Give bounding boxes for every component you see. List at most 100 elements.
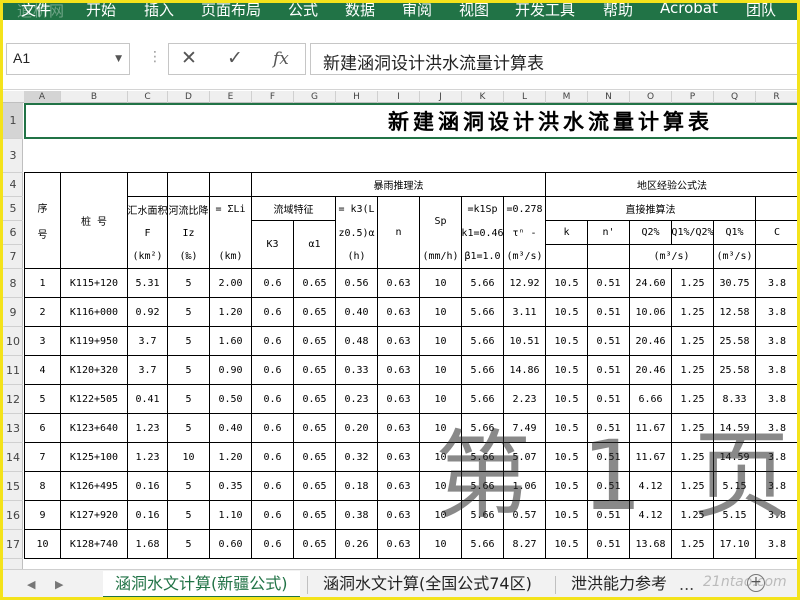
- cell-Q[interactable]: 7.49: [504, 414, 546, 443]
- header-sp[interactable]: Sp: [420, 197, 462, 245]
- cell-Q1[interactable]: 25.58: [714, 327, 756, 356]
- cell-Q1[interactable]: 8.33: [714, 385, 756, 414]
- column-header-o[interactable]: O: [630, 91, 672, 103]
- cell-tau[interactable]: 0.40: [336, 298, 378, 327]
- cell-a1[interactable]: 0.65: [294, 385, 336, 414]
- header-q1-unit[interactable]: (m³/s): [714, 245, 756, 269]
- header-area-sym[interactable]: F: [128, 221, 168, 245]
- tab-home[interactable]: 开始: [86, 3, 116, 20]
- add-sheet-icon[interactable]: +: [747, 574, 765, 592]
- header-tau[interactable]: = k3(L: [336, 197, 378, 221]
- row-header-10[interactable]: 10: [3, 327, 23, 356]
- sheet-tab-xinjiang[interactable]: 涵洞水文计算(新疆公式): [103, 571, 300, 597]
- sheet-tab-national[interactable]: 涵洞水文计算(全国公式74区): [311, 571, 544, 597]
- cell-Iz[interactable]: 5: [168, 530, 210, 559]
- cell-n[interactable]: 0.63: [378, 501, 420, 530]
- cell-Q1[interactable]: 12.58: [714, 298, 756, 327]
- tab-developer[interactable]: 开发工具: [515, 3, 575, 20]
- cell-ratio[interactable]: 1.25: [672, 443, 714, 472]
- cell-a1[interactable]: 0.65: [294, 356, 336, 385]
- cell-Iz[interactable]: 5: [168, 327, 210, 356]
- enter-icon[interactable]: ✓: [227, 47, 243, 69]
- cell-Q2[interactable]: 11.67: [630, 443, 672, 472]
- cell-C[interactable]: 3.8: [756, 327, 797, 356]
- cell-n2[interactable]: 0.51: [588, 414, 630, 443]
- cell-Q1[interactable]: 30.75: [714, 269, 756, 298]
- row-header-3[interactable]: 3: [3, 139, 23, 173]
- cell-Q1[interactable]: 5.15: [714, 472, 756, 501]
- cell-a1[interactable]: 0.65: [294, 443, 336, 472]
- header-q-bot1[interactable]: β1=1.0: [462, 245, 504, 269]
- more-sheets-button[interactable]: ...: [679, 575, 694, 594]
- cell-k[interactable]: 10.5: [546, 472, 588, 501]
- cell-x[interactable]: 5.66: [462, 298, 504, 327]
- cell-Iz[interactable]: 5: [168, 472, 210, 501]
- name-box[interactable]: A1 ▼: [6, 43, 130, 75]
- column-header-h[interactable]: H: [336, 91, 378, 103]
- row-header-13[interactable]: 13: [3, 414, 23, 443]
- cell-C[interactable]: 3.8: [756, 530, 797, 559]
- cell-K3[interactable]: 0.6: [252, 443, 294, 472]
- cell-k[interactable]: 10.5: [546, 356, 588, 385]
- cell-n[interactable]: 0.63: [378, 356, 420, 385]
- header-blank[interactable]: [756, 197, 797, 221]
- column-header-f[interactable]: F: [252, 91, 294, 103]
- cell-Sp[interactable]: 10: [420, 385, 462, 414]
- sheet-tab-flood[interactable]: 泄洪能力参考: [559, 571, 679, 597]
- header-slope-sym[interactable]: Iz: [168, 221, 210, 245]
- tab-team[interactable]: 团队: [746, 3, 776, 20]
- insert-function-icon[interactable]: fx: [273, 49, 289, 69]
- header-basin[interactable]: 流域特征: [252, 197, 336, 221]
- cell-Sp[interactable]: 10: [420, 443, 462, 472]
- cell-ratio[interactable]: 1.25: [672, 269, 714, 298]
- cell-Sp[interactable]: 10: [420, 530, 462, 559]
- cell-tau[interactable]: 0.32: [336, 443, 378, 472]
- cell-Sp[interactable]: 10: [420, 356, 462, 385]
- cell-K3[interactable]: 0.6: [252, 356, 294, 385]
- cell-Iz[interactable]: 5: [168, 298, 210, 327]
- cell-x[interactable]: 5.66: [462, 269, 504, 298]
- cell-Iz[interactable]: 5: [168, 269, 210, 298]
- cell-a1[interactable]: 0.65: [294, 501, 336, 530]
- cell-K3[interactable]: 0.6: [252, 269, 294, 298]
- cell-L[interactable]: 0.60: [210, 530, 252, 559]
- cell-K3[interactable]: 0.6: [252, 385, 294, 414]
- formula-input[interactable]: 新建涵洞设计洪水流量计算表: [310, 43, 797, 75]
- header-q2-unit[interactable]: (m³/s): [630, 245, 714, 269]
- cell-k[interactable]: 10.5: [546, 298, 588, 327]
- cell-Iz[interactable]: 5: [168, 356, 210, 385]
- cell-Q2[interactable]: 11.67: [630, 414, 672, 443]
- cell-n2[interactable]: 0.51: [588, 443, 630, 472]
- cell-Q2[interactable]: 20.46: [630, 327, 672, 356]
- cell-Q[interactable]: 5.07: [504, 443, 546, 472]
- cell-tau[interactable]: 0.56: [336, 269, 378, 298]
- cell-Q1[interactable]: 25.58: [714, 356, 756, 385]
- cell-x[interactable]: 5.66: [462, 356, 504, 385]
- header-slope-unit[interactable]: (‰): [168, 245, 210, 269]
- row-header-7[interactable]: 7: [3, 245, 23, 269]
- header-blank[interactable]: [756, 245, 797, 269]
- cell-k[interactable]: 10.5: [546, 530, 588, 559]
- header-sp-unit[interactable]: (mm/h): [420, 245, 462, 269]
- cell-x[interactable]: 5.66: [462, 472, 504, 501]
- cell-ratio[interactable]: 1.25: [672, 414, 714, 443]
- cell-tau[interactable]: 0.18: [336, 472, 378, 501]
- cell-n[interactable]: 0.63: [378, 414, 420, 443]
- cell-Sp[interactable]: 10: [420, 501, 462, 530]
- cell-F[interactable]: 0.92: [128, 298, 168, 327]
- tab-page-layout[interactable]: 页面布局: [201, 3, 261, 20]
- cell-station[interactable]: K126+495: [61, 472, 128, 501]
- cell-K3[interactable]: 0.6: [252, 327, 294, 356]
- cell-n2[interactable]: 0.51: [588, 356, 630, 385]
- cell-Q[interactable]: 3.11: [504, 298, 546, 327]
- cell-L[interactable]: 1.20: [210, 298, 252, 327]
- header-k3[interactable]: K3: [252, 221, 294, 269]
- cell-L[interactable]: 1.10: [210, 501, 252, 530]
- cell-ratio[interactable]: 1.25: [672, 501, 714, 530]
- cell-C[interactable]: 3.8: [756, 356, 797, 385]
- cell-tau[interactable]: 0.20: [336, 414, 378, 443]
- cell-a1[interactable]: 0.65: [294, 414, 336, 443]
- cell-n2[interactable]: 0.51: [588, 327, 630, 356]
- column-header-l[interactable]: L: [504, 91, 546, 103]
- cell-Q1[interactable]: 5.15: [714, 501, 756, 530]
